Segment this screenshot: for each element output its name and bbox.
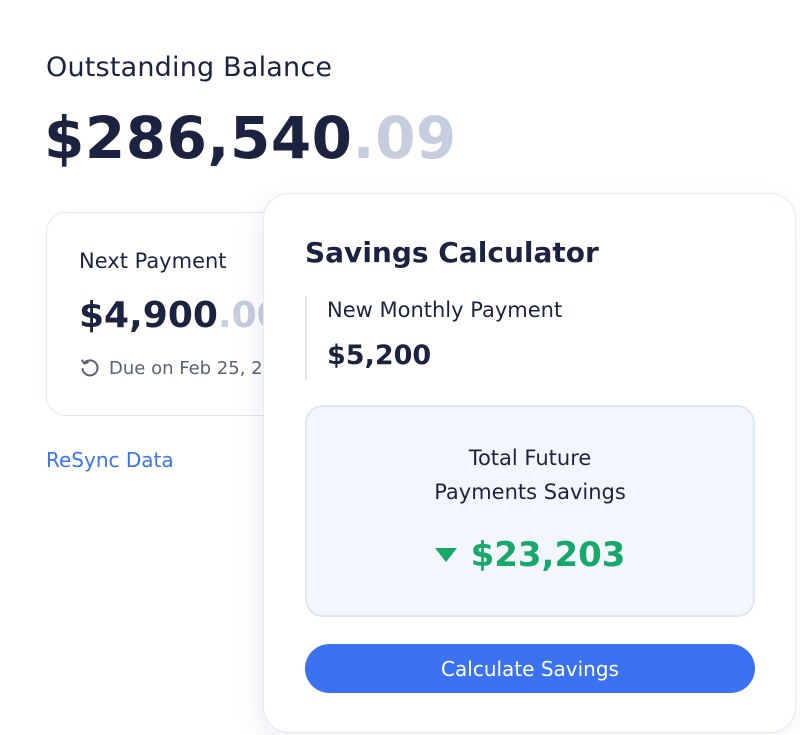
new-monthly-payment-label: New Monthly Payment [327, 298, 563, 322]
total-savings-title: Total Future Payments Savings [307, 441, 753, 509]
balance-whole: $286,540 [44, 104, 353, 172]
next-payment-whole: $4,900 [79, 295, 218, 336]
calculate-savings-button[interactable]: Calculate Savings [305, 644, 755, 693]
total-savings-value-row: $23,203 [307, 535, 753, 575]
balance-amount: $286,540.09 [44, 104, 457, 172]
down-triangle-icon [434, 548, 457, 562]
next-payment-label: Next Payment [79, 249, 227, 273]
due-date-text: Due on Feb 25, 2 [109, 357, 263, 379]
next-payment-amount: $4,900.00 [79, 295, 282, 336]
new-monthly-payment-block: New Monthly Payment $5,200 [305, 296, 562, 380]
total-savings-title-line2: Payments Savings [434, 480, 626, 504]
balance-label: Outstanding Balance [46, 52, 333, 83]
due-date-row: Due on Feb 25, 2 [79, 357, 263, 379]
new-monthly-payment-value: $5,200 [327, 340, 432, 371]
savings-calculator-card: Savings Calculator New Monthly Payment $… [263, 193, 796, 733]
calculator-title: Savings Calculator [305, 236, 599, 269]
total-savings-box: Total Future Payments Savings $23,203 [305, 405, 755, 617]
total-savings-value: $23,203 [470, 535, 626, 575]
resync-data-link[interactable]: ReSync Data [46, 448, 174, 472]
balance-cents: .09 [352, 104, 457, 172]
refresh-icon [79, 357, 101, 379]
total-savings-title-line1: Total Future [468, 446, 592, 470]
